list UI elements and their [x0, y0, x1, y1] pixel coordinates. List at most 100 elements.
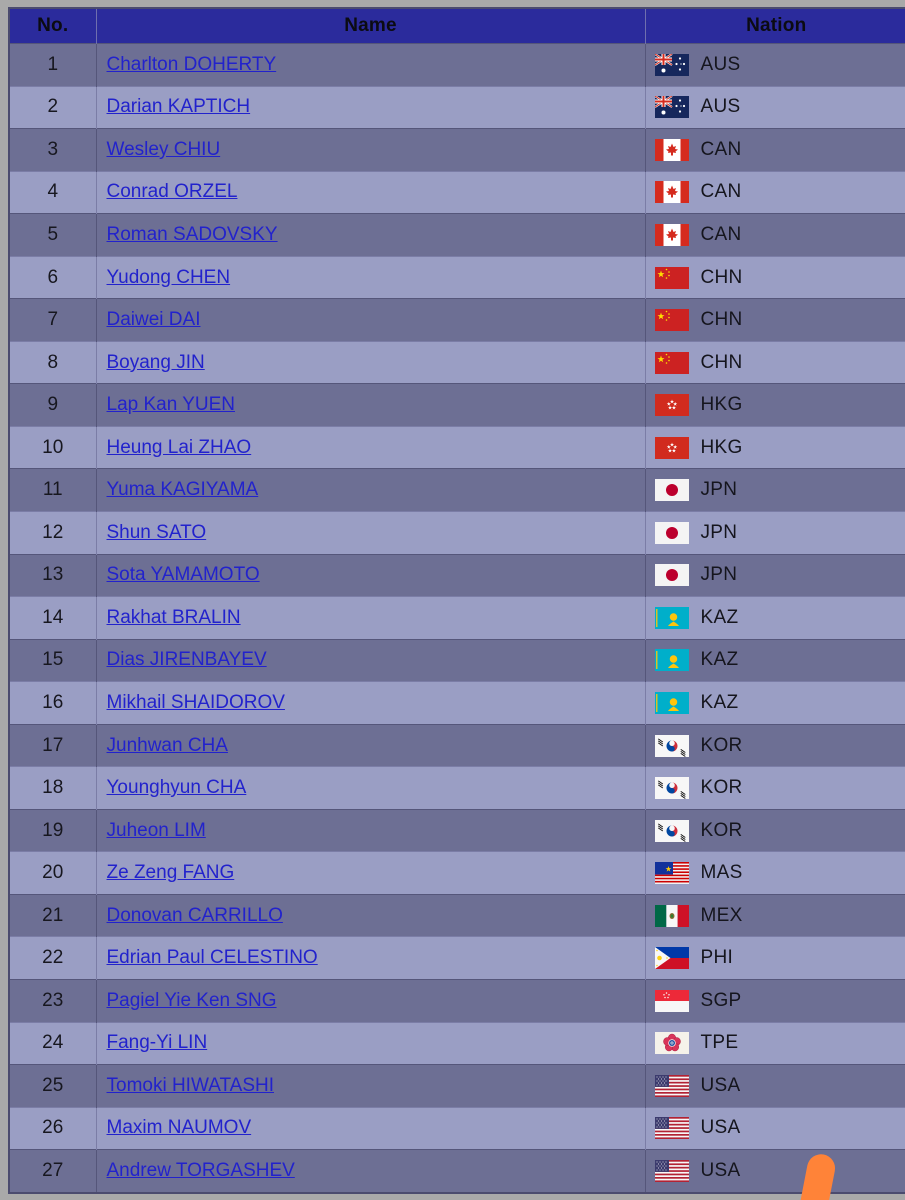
skater-name-link[interactable]: Darian KAPTICH	[107, 96, 251, 117]
skater-name-link[interactable]: Tomoki HIWATASHI	[107, 1075, 275, 1096]
cell-nation: CAN	[645, 170, 905, 214]
skater-name-link[interactable]: Roman SADOVSKY	[107, 224, 278, 245]
skater-name-link[interactable]: Ze Zeng FANG	[107, 862, 235, 883]
column-header-name[interactable]: Name	[96, 9, 646, 44]
table-row[interactable]: 21 Donovan CARRILLO MEX	[10, 893, 905, 937]
table-row[interactable]: 7 Daiwei DAI CHN	[10, 298, 905, 342]
skater-name-link[interactable]: Maxim NAUMOV	[107, 1117, 252, 1138]
nation-code: CHN	[700, 266, 743, 288]
table-row[interactable]: 25 Tomoki HIWATASHI USA	[10, 1064, 905, 1108]
flag-kaz-icon	[655, 649, 689, 671]
table-row[interactable]: 10 Heung Lai ZHAO HKG	[10, 425, 905, 469]
nation-code: MAS	[700, 862, 743, 884]
table-row[interactable]: 15 Dias JIRENBAYEV KAZ	[10, 638, 905, 682]
skater-name-link[interactable]: Younghyun CHA	[107, 777, 247, 798]
skater-name-link[interactable]: Pagiel Yie Ken SNG	[107, 990, 277, 1011]
nation-group: USA	[655, 1117, 905, 1139]
nation-code: SGP	[700, 989, 742, 1011]
table-row[interactable]: 9 Lap Kan YUEN HKG	[10, 383, 905, 427]
skater-name-link[interactable]: Yuma KAGIYAMA	[107, 479, 259, 500]
table-row[interactable]: 13 Sota YAMAMOTO JPN	[10, 553, 905, 597]
nation-group: PHI	[655, 947, 905, 969]
cell-name: Yuma KAGIYAMA	[96, 468, 646, 512]
skater-name-link[interactable]: Heung Lai ZHAO	[107, 437, 252, 458]
flag-usa-icon	[655, 1117, 689, 1139]
table-row[interactable]: 19 Juheon LIM KOR	[10, 808, 905, 852]
nation-group: CHN	[655, 351, 905, 374]
cell-name: Dias JIRENBAYEV	[96, 638, 646, 682]
skater-name-link[interactable]: Dias JIRENBAYEV	[107, 649, 267, 670]
cell-nation: JPN	[645, 511, 905, 555]
nation-group: CAN	[655, 223, 905, 246]
cell-name: Yudong CHEN	[96, 255, 646, 299]
cell-number: 22	[10, 936, 97, 980]
table-row[interactable]: 24 Fang-Yi LIN TPE	[10, 1021, 905, 1065]
cell-name: Sota YAMAMOTO	[96, 553, 646, 597]
cell-name: Pagiel Yie Ken SNG	[96, 979, 646, 1023]
table-row[interactable]: 22 Edrian Paul CELESTINO PHI	[10, 936, 905, 980]
skater-name-link[interactable]: Donovan CARRILLO	[107, 905, 283, 926]
table-row[interactable]: 8 Boyang JIN CHN	[10, 340, 905, 384]
cell-number: 12	[10, 511, 97, 555]
cell-nation: MAS	[645, 851, 905, 895]
cell-nation: JPN	[645, 553, 905, 597]
table-row[interactable]: 23 Pagiel Yie Ken SNG SGP	[10, 979, 905, 1023]
table-row[interactable]: 1 Charlton DOHERTY AUS	[10, 43, 905, 87]
table-row[interactable]: 4 Conrad ORZEL CAN	[10, 170, 905, 214]
table-row[interactable]: 18 Younghyun CHA KOR	[10, 766, 905, 810]
nation-group: JPN	[655, 564, 905, 586]
skater-name-link[interactable]: Rakhat BRALIN	[107, 607, 241, 628]
cell-name: Maxim NAUMOV	[96, 1106, 646, 1150]
table-row[interactable]: 16 Mikhail SHAIDOROV KAZ	[10, 681, 905, 725]
cell-number: 17	[10, 723, 97, 767]
cell-nation: KOR	[645, 723, 905, 767]
table-row[interactable]: 17 Junhwan CHA KOR	[10, 723, 905, 767]
nation-group: JPN	[655, 479, 905, 501]
flag-phi-icon	[655, 947, 689, 969]
cell-number: 19	[10, 808, 97, 852]
table-row[interactable]: 20 Ze Zeng FANG MAS	[10, 851, 905, 895]
skater-name-link[interactable]: Shun SATO	[107, 522, 207, 543]
table-row[interactable]: 27 Andrew TORGASHEV USA	[10, 1149, 905, 1193]
skater-name-link[interactable]: Daiwei DAI	[107, 309, 201, 330]
nation-group: USA	[655, 1160, 905, 1182]
skater-name-link[interactable]: Charlton DOHERTY	[107, 54, 277, 75]
table-row[interactable]: 26 Maxim NAUMOV USA	[10, 1106, 905, 1150]
skater-name-link[interactable]: Wesley CHIU	[107, 139, 221, 160]
nation-code: JPN	[700, 564, 738, 586]
column-header-no[interactable]: No.	[10, 9, 97, 44]
flag-mas-icon	[655, 862, 689, 884]
column-header-nation[interactable]: Nation	[645, 9, 905, 44]
cell-nation: CHN	[645, 298, 905, 342]
skater-name-link[interactable]: Fang-Yi LIN	[107, 1032, 208, 1053]
skater-name-link[interactable]: Juheon LIM	[107, 820, 206, 841]
skater-name-link[interactable]: Lap Kan YUEN	[107, 394, 236, 415]
table-row[interactable]: 11 Yuma KAGIYAMA JPN	[10, 468, 905, 512]
table-row[interactable]: 2 Darian KAPTICH AUS	[10, 85, 905, 129]
table-row[interactable]: 6 Yudong CHEN CHN	[10, 255, 905, 299]
nation-code: PHI	[700, 947, 734, 969]
table-row[interactable]: 14 Rakhat BRALIN KAZ	[10, 596, 905, 640]
skater-name-link[interactable]: Andrew TORGASHEV	[107, 1160, 295, 1181]
skater-name-link[interactable]: Conrad ORZEL	[107, 181, 238, 202]
table-row[interactable]: 12 Shun SATO JPN	[10, 511, 905, 555]
skater-name-link[interactable]: Mikhail SHAIDOROV	[107, 692, 285, 713]
flag-usa-icon	[655, 1075, 689, 1097]
nation-code: HKG	[700, 436, 743, 458]
skater-name-link[interactable]: Junhwan CHA	[107, 735, 228, 756]
nation-code: CHN	[700, 351, 743, 373]
cell-number: 20	[10, 851, 97, 895]
cell-name: Mikhail SHAIDOROV	[96, 681, 646, 725]
table-row[interactable]: 5 Roman SADOVSKY CAN	[10, 213, 905, 257]
cell-number: 13	[10, 553, 97, 597]
cell-name: Rakhat BRALIN	[96, 596, 646, 640]
skater-name-link[interactable]: Sota YAMAMOTO	[107, 564, 260, 585]
nation-code: JPN	[700, 521, 738, 543]
table-row[interactable]: 3 Wesley CHIU CAN	[10, 128, 905, 172]
nation-code: KAZ	[700, 606, 739, 628]
nation-code: JPN	[700, 479, 738, 501]
skater-name-link[interactable]: Yudong CHEN	[107, 267, 231, 288]
skater-name-link[interactable]: Edrian Paul CELESTINO	[107, 947, 318, 968]
skater-name-link[interactable]: Boyang JIN	[107, 352, 205, 373]
cell-nation: SGP	[645, 979, 905, 1023]
